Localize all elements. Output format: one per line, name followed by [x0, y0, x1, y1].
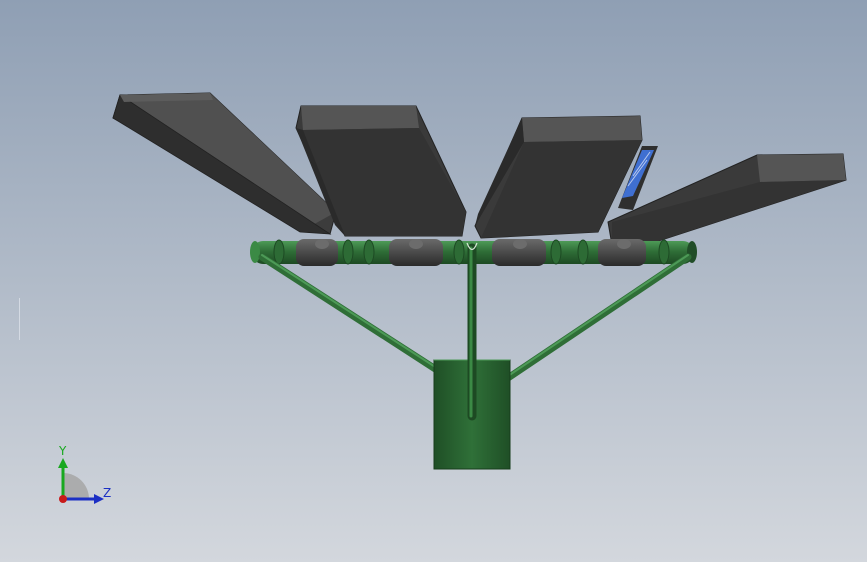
viewport-edge-marker [19, 298, 20, 340]
model-view[interactable]: Y Z [0, 0, 867, 562]
graphics-viewport[interactable]: Y Z [0, 0, 867, 562]
viewport-background [0, 0, 867, 562]
center-rod[interactable] [466, 242, 478, 421]
x-axis-origin [59, 495, 67, 503]
y-axis-label: Y [58, 444, 67, 458]
z-axis-label: Z [103, 486, 111, 500]
